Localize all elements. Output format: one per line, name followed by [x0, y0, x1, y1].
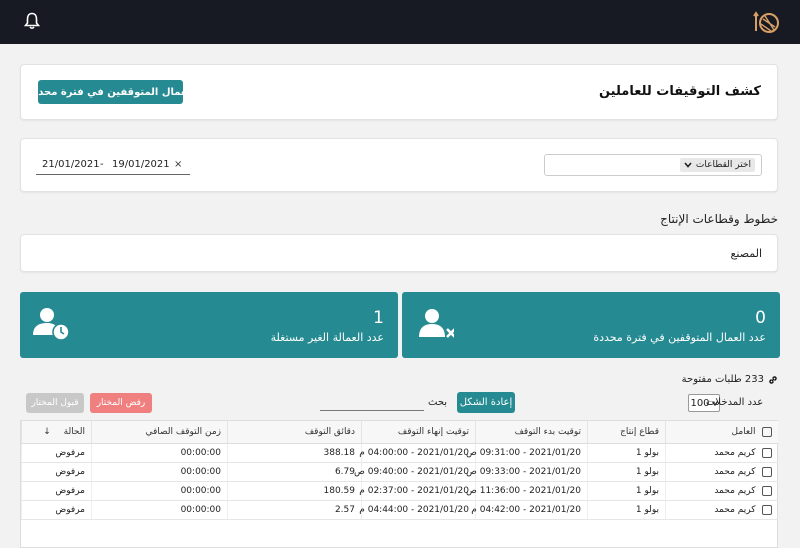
bell-icon[interactable]	[24, 12, 40, 30]
lines-card: المصنع	[20, 234, 778, 272]
net-time-cell: 00:00:00	[91, 500, 228, 520]
start-cell: 2021/01/20 - 04:42:00 م	[471, 500, 588, 520]
stat-card-unused: 1 عدد العمالة الغير مستغلة	[20, 292, 398, 358]
end-cell: 2021/01/20 - 02:37:00 م	[359, 481, 476, 501]
sector-select-inner[interactable]: اختر القطاعات	[679, 158, 755, 172]
minutes-cell: 2.57	[227, 500, 362, 520]
date-from: 19/01/2021	[112, 159, 170, 170]
stops-table: العامل قطاع إنتاج توقيت بدء التوقف توقيت…	[20, 420, 778, 548]
start-cell: 2021/01/20 - 11:36:00 ص	[466, 481, 588, 501]
sector-cell: بولو 1	[587, 443, 666, 463]
net-time-cell: 00:00:00	[91, 462, 228, 482]
status-cell: مرفوض	[21, 500, 92, 520]
status-cell: مرفوض	[21, 462, 92, 482]
accept-selected-button[interactable]: قبول المختار	[26, 393, 84, 413]
reset-layout-button[interactable]: إعادة الشكل	[457, 392, 515, 413]
table-row[interactable]: كريم محمد بولو 1 2021/01/20 - 09:33:00 ص…	[21, 462, 778, 482]
row-checkbox[interactable]	[761, 447, 772, 458]
page-title: كشف التوقيفات للعاملين	[598, 84, 761, 99]
top-navbar	[0, 0, 800, 44]
link-icon	[769, 375, 777, 384]
table-row[interactable]: كريم محمد بولو 1 2021/01/20 - 11:36:00 ص…	[21, 481, 778, 501]
net-time-cell: 00:00:00	[91, 443, 228, 463]
chevron-down-icon	[684, 162, 692, 168]
sector-select-label: اختر القطاعات	[695, 160, 751, 170]
start-cell: 2021/01/20 - 09:31:00 ص	[466, 443, 588, 463]
sector-cell: بولو 1	[587, 481, 666, 501]
entries-label: عدد المدخلات	[706, 397, 764, 408]
end-cell: 2021/01/20 - 09:40:00 ص	[354, 462, 476, 482]
col-worker[interactable]: العامل	[665, 421, 778, 444]
table-row[interactable]: كريم محمد بولو 1 2021/01/20 - 04:42:00 م…	[21, 500, 778, 520]
user-remove-icon	[419, 309, 454, 338]
table-row[interactable]: كريم محمد بولو 1 2021/01/20 - 09:31:00 ص…	[21, 443, 778, 463]
search-input[interactable]	[320, 397, 424, 411]
col-status[interactable]: الحالة ↓	[21, 421, 92, 444]
user-clock-icon	[33, 308, 70, 341]
date-range-picker[interactable]: 21/01/2021 - 19/01/2021 ×	[36, 157, 190, 175]
stat-value: 1	[373, 308, 384, 328]
worker-cell: كريم محمد	[665, 462, 778, 482]
select-all-checkbox[interactable]	[761, 426, 772, 437]
row-checkbox[interactable]	[761, 466, 772, 477]
col-stop-minutes[interactable]: دقائق التوقف	[227, 421, 362, 444]
reject-selected-button[interactable]: رفض المختار	[90, 393, 152, 413]
start-cell: 2021/01/20 - 09:33:00 ص	[466, 462, 588, 482]
sort-desc-icon: ↓	[43, 426, 51, 437]
minutes-cell: 6.79	[227, 462, 362, 482]
status-cell: مرفوض	[21, 443, 92, 463]
factory-item[interactable]: المصنع	[731, 247, 762, 260]
col-end-time[interactable]: توقيت إنهاء التوقف	[361, 421, 476, 444]
row-checkbox[interactable]	[761, 485, 772, 496]
col-start-time[interactable]: توقيت بدء التوقف	[475, 421, 588, 444]
date-separator: -	[100, 159, 104, 170]
table-header-row: العامل قطاع إنتاج توقيت بدء التوقف توقيت…	[21, 421, 778, 444]
worker-cell: كريم محمد	[665, 500, 778, 520]
end-cell: 2021/01/20 - 04:44:00 م	[359, 500, 476, 520]
sector-select[interactable]: اختر القطاعات	[544, 154, 762, 176]
status-cell: مرفوض	[21, 481, 92, 501]
search-label: بحث	[428, 397, 448, 408]
date-to: 21/01/2021	[42, 159, 100, 170]
stat-label: عدد العمالة الغير مستغلة	[270, 331, 384, 344]
row-checkbox[interactable]	[761, 504, 772, 515]
stat-value: 0	[755, 308, 766, 328]
minutes-cell: 388.18	[227, 443, 362, 463]
col-sector[interactable]: قطاع إنتاج	[587, 421, 666, 444]
minutes-cell: 180.59	[227, 481, 362, 501]
stat-label: عدد العمال المتوقفين في فترة محددة	[593, 331, 766, 344]
sector-cell: بولو 1	[587, 500, 666, 520]
title-card: كشف التوقيفات للعاملين العمال المتوقفين …	[20, 64, 778, 120]
lines-heading: خطوط وقطاعات الإنتاج	[660, 212, 778, 226]
sector-cell: بولو 1	[587, 462, 666, 482]
stat-card-stopped: 0 عدد العمال المتوقفين في فترة محددة	[402, 292, 780, 358]
brand-logo-icon[interactable]	[752, 9, 780, 35]
net-time-cell: 00:00:00	[91, 481, 228, 501]
col-net-stop-time[interactable]: زمن التوقف الصافي	[91, 421, 228, 444]
open-requests[interactable]: 233 طلبات مفتوحة	[682, 374, 778, 385]
worker-cell: كريم محمد	[665, 443, 778, 463]
period-stopped-button[interactable]: العمال المتوقفين في فترة محددة	[27, 80, 194, 104]
clear-date-icon[interactable]: ×	[174, 159, 182, 170]
open-requests-label: 233 طلبات مفتوحة	[681, 374, 764, 385]
end-cell: 2021/01/20 - 04:00:00 م	[359, 443, 476, 463]
worker-cell: كريم محمد	[665, 481, 778, 501]
